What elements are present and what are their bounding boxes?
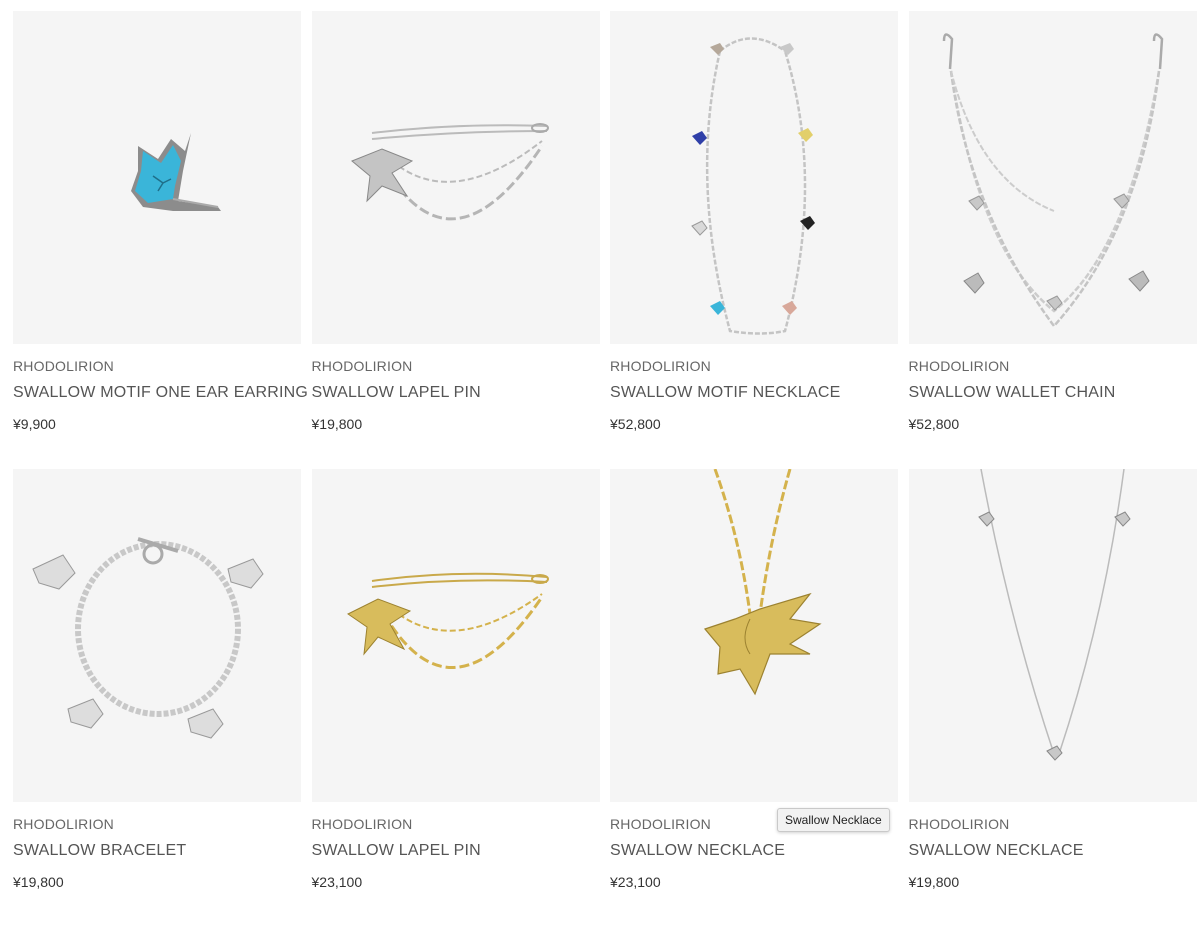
product-image[interactable] [610, 11, 898, 344]
product-name[interactable]: SWALLOW MOTIF NECKLACE [610, 383, 898, 403]
product-price: ¥19,800 [908, 874, 960, 890]
product-card[interactable]: RHODOLIRION SWALLOW LAPEL PIN ¥19,800 [311, 11, 600, 469]
product-brand: RHODOLIRION [311, 816, 413, 832]
product-price: ¥23,100 [311, 874, 363, 890]
product-image[interactable] [311, 11, 600, 344]
silver-swallow-wallet-chain-image [942, 33, 1163, 328]
product-price: ¥19,800 [311, 416, 363, 432]
product-price: ¥52,800 [908, 416, 960, 432]
gold-swallow-pendant-necklace-image [703, 469, 822, 696]
product-image[interactable] [908, 11, 1197, 344]
product-brand: RHODOLIRION [311, 358, 413, 374]
product-card[interactable]: RHODOLIRION SWALLOW MOTIF ONE EAR EARRIN… [13, 11, 308, 469]
silver-swallow-fine-necklace-image [977, 469, 1131, 761]
product-grid: RHODOLIRION SWALLOW MOTIF ONE EAR EARRIN… [13, 11, 1197, 927]
product-name[interactable]: SWALLOW NECKLACE [610, 841, 898, 861]
product-card[interactable]: RHODOLIRION SWALLOW NECKLACE ¥19,800 [908, 469, 1197, 927]
gold-swallow-lapel-pin-image [346, 572, 549, 669]
product-name[interactable]: SWALLOW LAPEL PIN [312, 841, 600, 861]
product-card[interactable]: RHODOLIRION SWALLOW WALLET CHAIN ¥52,800 [908, 11, 1197, 469]
product-price: ¥52,800 [610, 416, 661, 432]
product-name[interactable]: SWALLOW BRACELET [13, 841, 301, 861]
product-brand: RHODOLIRION [610, 358, 711, 374]
product-image[interactable] [311, 469, 600, 802]
product-name[interactable]: SWALLOW NECKLACE [909, 841, 1197, 861]
product-tooltip: Swallow Necklace [777, 808, 890, 832]
product-price: ¥23,100 [610, 874, 661, 890]
product-image[interactable] [908, 469, 1197, 802]
product-card[interactable]: RHODOLIRION SWALLOW NECKLACE ¥23,100 [610, 469, 898, 927]
product-brand: RHODOLIRION [908, 358, 1010, 374]
product-name[interactable]: SWALLOW LAPEL PIN [312, 383, 600, 403]
silver-swallow-lapel-pin-image [350, 123, 549, 221]
product-price: ¥19,800 [13, 874, 64, 890]
multicolor-swallow-necklace-image [691, 37, 815, 335]
silver-swallow-charm-bracelet-image [32, 537, 264, 739]
product-brand: RHODOLIRION [13, 816, 114, 832]
product-name[interactable]: SWALLOW MOTIF ONE EAR EARRING [13, 383, 308, 403]
product-card[interactable]: RHODOLIRION SWALLOW LAPEL PIN ¥23,100 [311, 469, 600, 927]
product-image[interactable] [13, 469, 301, 802]
product-card[interactable]: RHODOLIRION SWALLOW BRACELET ¥19,800 [13, 469, 301, 927]
product-image[interactable] [13, 11, 301, 344]
product-price: ¥9,900 [13, 416, 56, 432]
turquoise-swallow-earring-image [131, 133, 221, 211]
product-name[interactable]: SWALLOW WALLET CHAIN [909, 383, 1197, 403]
product-image[interactable] [610, 469, 898, 802]
product-card[interactable]: RHODOLIRION SWALLOW MOTIF NECKLACE ¥52,8… [610, 11, 898, 469]
product-brand: RHODOLIRION [908, 816, 1010, 832]
product-brand: RHODOLIRION [13, 358, 114, 374]
